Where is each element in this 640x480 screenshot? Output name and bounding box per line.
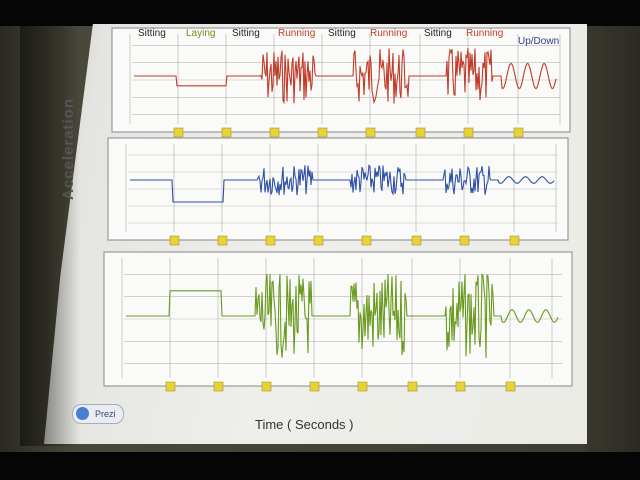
time-marker bbox=[313, 235, 324, 246]
letterbox-bottom bbox=[0, 452, 640, 480]
time-marker bbox=[309, 381, 320, 392]
time-marker bbox=[221, 127, 232, 138]
y-axis-title: Acceleration bbox=[60, 97, 77, 200]
time-marker bbox=[411, 235, 422, 246]
time-marker bbox=[217, 235, 228, 246]
time-marker bbox=[407, 381, 418, 392]
time-marker bbox=[361, 235, 372, 246]
activity-label: Sitting bbox=[328, 28, 356, 39]
time-marker bbox=[463, 127, 474, 138]
photo-scene: Sitting Laying Sitting Running Sitting Runnin… bbox=[0, 0, 640, 480]
time-marker bbox=[261, 381, 272, 392]
activity-label: Running bbox=[466, 28, 504, 39]
time-marker bbox=[169, 235, 180, 246]
time-marker bbox=[505, 381, 516, 392]
time-marker bbox=[165, 381, 176, 392]
panel-y bbox=[107, 137, 569, 246]
time-marker bbox=[265, 235, 276, 246]
prezi-logo-icon bbox=[76, 407, 89, 420]
time-marker bbox=[459, 235, 470, 246]
activity-label: Sitting bbox=[424, 28, 452, 39]
time-marker bbox=[513, 127, 524, 138]
activity-label: Running bbox=[370, 28, 408, 39]
time-marker bbox=[269, 127, 280, 138]
activity-label: Running bbox=[278, 28, 316, 39]
x-axis-title: Time ( Seconds ) bbox=[255, 417, 354, 432]
activity-label: Up/Down bbox=[518, 36, 560, 47]
panel-z bbox=[103, 251, 573, 392]
time-marker bbox=[357, 381, 368, 392]
time-marker bbox=[455, 381, 466, 392]
time-marker bbox=[213, 381, 224, 392]
activity-label: Sitting bbox=[232, 28, 260, 39]
time-marker bbox=[415, 127, 426, 138]
panel-x bbox=[111, 27, 571, 138]
time-marker bbox=[365, 127, 376, 138]
activity-label: Sitting bbox=[138, 28, 166, 39]
time-marker bbox=[173, 127, 184, 138]
time-marker bbox=[317, 127, 328, 138]
activity-label: Laying bbox=[186, 28, 216, 39]
time-marker bbox=[509, 235, 520, 246]
